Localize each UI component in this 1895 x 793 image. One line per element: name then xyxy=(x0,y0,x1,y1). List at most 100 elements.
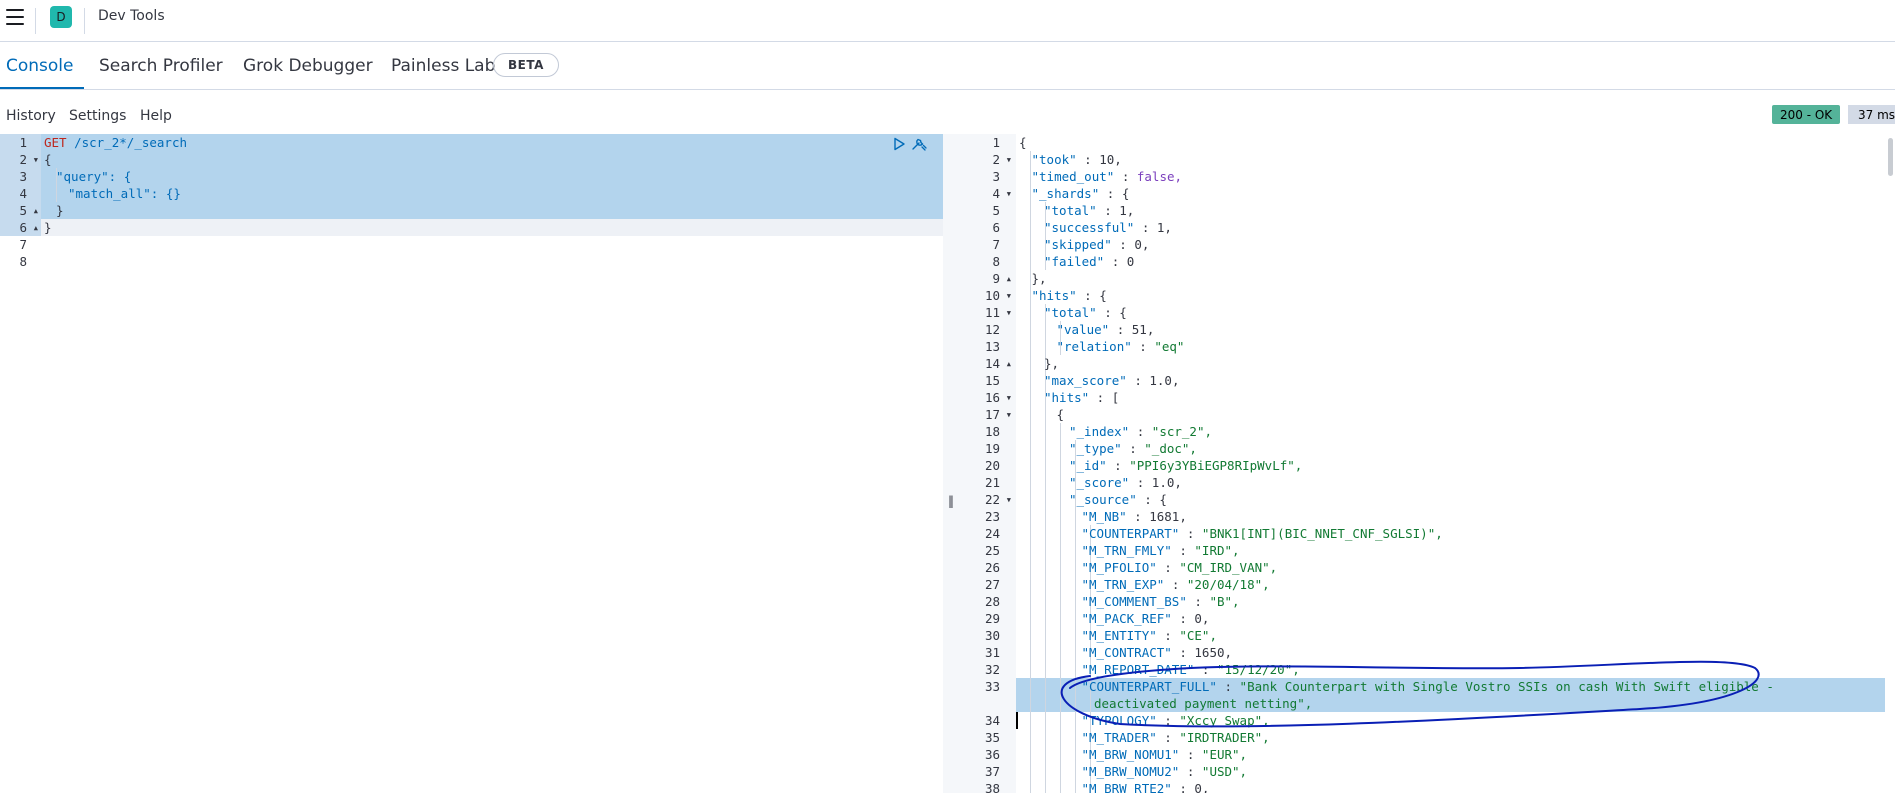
line-number-text: 38 xyxy=(984,781,1000,793)
response-line: "skipped" : 0, xyxy=(1044,237,1150,252)
response-line: "M_TRN_FMLY" : "IRD", xyxy=(1081,543,1240,558)
panel-resizer[interactable]: ‖ xyxy=(943,134,958,793)
line-number: 10 ▼ xyxy=(958,287,1016,304)
request-gutter: 1 2 ▼ 3 4 5 ▲ 6 ▲ 7 8 xyxy=(0,134,41,793)
line-number: 21 xyxy=(958,474,1016,491)
fold-arrow-icon[interactable]: ▼ xyxy=(1007,186,1011,203)
response-line: "max_score" : 1.0, xyxy=(1044,373,1180,388)
response-line: deactivated payment netting", xyxy=(1094,696,1313,711)
fold-arrow-icon[interactable]: ▼ xyxy=(34,152,38,169)
line-number: 19 xyxy=(958,440,1016,457)
line-number-text: 37 xyxy=(984,764,1000,779)
line-number: 26 xyxy=(958,559,1016,576)
line-number: 2 ▼ xyxy=(958,151,1016,168)
line-number: 34 xyxy=(958,712,1016,729)
line-number-text: 33 xyxy=(984,679,1000,694)
line-number: 20 xyxy=(958,457,1016,474)
line-number: 17 ▼ xyxy=(958,406,1016,423)
response-line: "_id" : "PPI6y3YBiEGP8RIpWvLf", xyxy=(1069,458,1303,473)
fold-arrow-icon[interactable]: ▼ xyxy=(1007,152,1011,169)
fold-arrow-icon[interactable]: ▲ xyxy=(1007,356,1011,373)
line-number: 18 xyxy=(958,423,1016,440)
line-number-text: 36 xyxy=(984,747,1000,762)
response-line: "TYPOLOGY" : "Xccy Swap", xyxy=(1081,713,1270,728)
line-number-text: 9 xyxy=(992,271,1000,286)
response-line: "_source" : { xyxy=(1069,492,1167,507)
line-number: 8 xyxy=(958,253,1016,270)
play-icon[interactable] xyxy=(892,137,906,151)
line-number-text: 7 xyxy=(992,237,1000,252)
response-line: "M_CONTRACT" : 1650, xyxy=(1081,645,1233,660)
line-number: 38 xyxy=(958,780,1016,793)
response-line: "COUNTERPART_FULL" : "Bank Counterpart w… xyxy=(1081,679,1774,694)
response-line: "COUNTERPART" : "BNK1[INT](BIC_NNET_CNF_… xyxy=(1081,526,1443,541)
response-line: "M_NB" : 1681, xyxy=(1081,509,1187,524)
response-line: }, xyxy=(1044,356,1060,371)
line-number-text: 20 xyxy=(984,458,1000,473)
line-number-text: 12 xyxy=(984,322,1000,337)
line-number: 14 ▲ xyxy=(958,355,1016,372)
tab-console[interactable]: Console xyxy=(6,56,74,76)
line-number: 2 xyxy=(19,152,27,167)
fold-arrow-icon[interactable]: ▲ xyxy=(34,203,38,220)
history-link[interactable]: History xyxy=(6,108,56,124)
header-divider xyxy=(35,8,36,34)
line-number: 37 xyxy=(958,763,1016,780)
line-number: 27 xyxy=(958,576,1016,593)
request-time-badge: 37 ms xyxy=(1848,105,1895,124)
top-header: D Dev Tools xyxy=(0,0,1895,42)
line-number-text: 17 xyxy=(984,407,1000,422)
response-line: "hits" : [ xyxy=(1044,390,1120,405)
fold-arrow-icon[interactable]: ▲ xyxy=(1007,271,1011,288)
drag-handle-icon[interactable]: ‖ xyxy=(948,494,954,508)
fold-arrow-icon[interactable]: ▼ xyxy=(1007,305,1011,322)
line-number-text: 22 xyxy=(984,492,1000,507)
fold-arrow-icon[interactable]: ▼ xyxy=(1007,390,1011,407)
line-number: 35 xyxy=(958,729,1016,746)
line-number: 29 xyxy=(958,610,1016,627)
response-scrollbar[interactable] xyxy=(1888,138,1893,176)
line-number: 33 xyxy=(958,678,1016,695)
line-number: 13 xyxy=(958,338,1016,355)
line-number-text: 34 xyxy=(984,713,1000,728)
line-number: 22 ▼ xyxy=(958,491,1016,508)
line-number-text: 26 xyxy=(984,560,1000,575)
response-line: "M_BRW_RTE2" : 0, xyxy=(1081,781,1210,793)
line-number-text: 23 xyxy=(984,509,1000,524)
fold-arrow-icon[interactable]: ▼ xyxy=(1007,288,1011,305)
request-editor[interactable]: 1 2 ▼ 3 4 5 ▲ 6 ▲ 7 8 GET /scr_2*/_search {… xyxy=(0,134,943,793)
request-code[interactable]: GET /scr_2*/_search { "query": { "match_… xyxy=(41,134,943,793)
request-path: /scr_2*/_search xyxy=(74,135,187,150)
tab-grok-debugger[interactable]: Grok Debugger xyxy=(243,56,373,76)
response-line: "relation" : "eq" xyxy=(1056,339,1185,354)
help-link[interactable]: Help xyxy=(140,108,172,124)
devtools-tabs: Console Search Profiler Grok Debugger Pa… xyxy=(0,43,1895,90)
tab-painless-lab[interactable]: Painless Lab xyxy=(391,56,495,76)
fold-arrow-icon[interactable]: ▲ xyxy=(34,220,38,237)
response-line: "total" : 1, xyxy=(1044,203,1135,218)
line-number-text: 18 xyxy=(984,424,1000,439)
space-avatar[interactable]: D xyxy=(50,6,72,28)
line-number: 5 xyxy=(19,203,27,218)
line-number-text: 21 xyxy=(984,475,1000,490)
line-number-text: 14 xyxy=(984,356,1000,371)
wrench-icon[interactable] xyxy=(910,135,928,153)
request-method: GET xyxy=(44,135,67,150)
line-number-text: 10 xyxy=(984,288,1000,303)
header-divider xyxy=(84,8,85,34)
line-number: 8 xyxy=(19,254,27,269)
response-line: "M_BRW_NOMU1" : "EUR", xyxy=(1081,747,1248,762)
settings-link[interactable]: Settings xyxy=(69,108,126,124)
response-editor[interactable]: 1 2 ▼ 3 4 ▼ 5 6 7 8 9 ▲ 10 ▼ 11 ▼ 12 13 14 ▲ 15 16 ▼ 17 ▼ 18 19 20 2… xyxy=(958,134,1895,793)
line-number-text: 11 xyxy=(984,305,1000,320)
hamburger-icon[interactable] xyxy=(6,9,24,25)
response-code: {"took" : 10, "timed_out" : false, "_shard… xyxy=(1016,134,1895,793)
line-number: 9 ▲ xyxy=(958,270,1016,287)
fold-arrow-icon[interactable]: ▼ xyxy=(1007,492,1011,509)
response-line: "M_PACK_REF" : 0, xyxy=(1081,611,1210,626)
fold-arrow-icon[interactable]: ▼ xyxy=(1007,407,1011,424)
response-line: "_type" : "_doc", xyxy=(1069,441,1197,456)
line-number: 4 xyxy=(19,186,27,201)
tab-search-profiler[interactable]: Search Profiler xyxy=(99,56,223,76)
